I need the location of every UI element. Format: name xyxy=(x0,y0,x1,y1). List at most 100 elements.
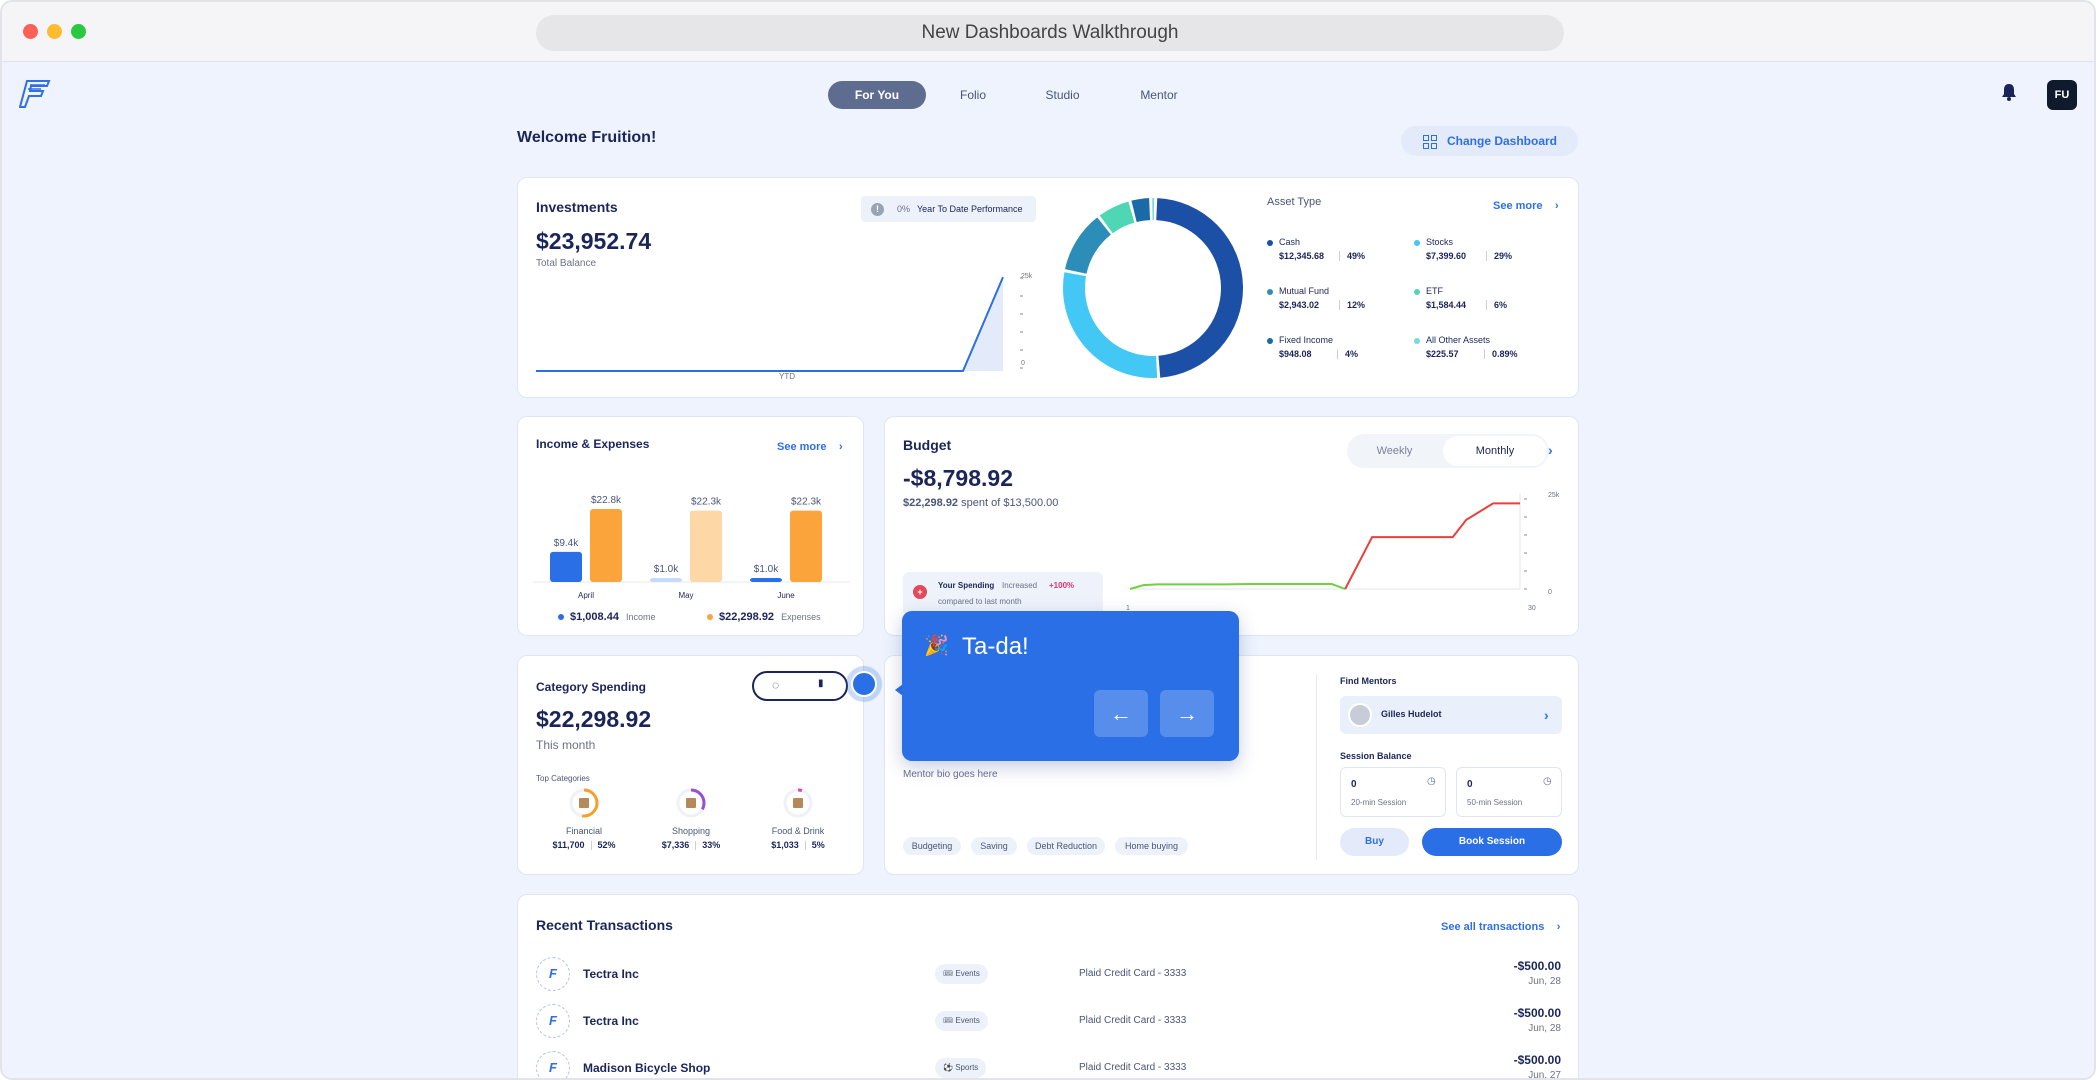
category-name: Financial xyxy=(565,826,603,836)
clock-icon: ◷ xyxy=(1427,776,1436,787)
income-total: $1,008.44 xyxy=(570,611,619,623)
session-50min: 0 50-min Session ◷ xyxy=(1456,767,1562,817)
tag-debt-reduction[interactable]: Debt Reduction xyxy=(1027,837,1105,855)
category-item[interactable]: Shopping $7,336 33% xyxy=(636,786,746,866)
walkthrough-tooltip: 🎉 Ta-da! ← → xyxy=(902,611,1239,761)
bar-income-may xyxy=(650,578,682,582)
investments-balance: $23,952.74 xyxy=(536,228,652,254)
session-label: 50-min Session xyxy=(1467,798,1523,807)
grid-icon xyxy=(1423,135,1437,149)
category-amount-row: $11,700 52% xyxy=(529,840,639,851)
legend-separator xyxy=(1339,300,1340,310)
change-dashboard-button[interactable]: Change Dashboard xyxy=(1401,126,1578,156)
tooltip-prev-button[interactable]: ← xyxy=(1094,690,1148,737)
category-period: This month xyxy=(536,738,596,752)
category-tag[interactable]: 🎟 Events xyxy=(935,1011,988,1031)
top-categories-label: Top Categories xyxy=(536,774,590,783)
asset-see-more-link[interactable]: See more › xyxy=(1493,196,1559,214)
category-amount: $7,336 xyxy=(661,840,690,850)
merchant-logo-icon: F xyxy=(536,1051,570,1078)
category-tag[interactable]: ⚽ Sports xyxy=(935,1058,987,1078)
budget-series-1 xyxy=(1344,502,1520,590)
close-window-icon[interactable] xyxy=(23,24,38,39)
legend-dot-icon xyxy=(1414,240,1420,246)
tooltip-next-button[interactable]: → xyxy=(1160,690,1214,737)
fruition-logo-icon[interactable] xyxy=(19,79,51,109)
mentor-row[interactable]: Gilles Hudelot › xyxy=(1340,696,1562,734)
asset-amount: $225.57 xyxy=(1426,349,1459,359)
asset-legend-item: All Other Assets $225.57 0.89% xyxy=(1414,335,1554,365)
bud-x-end: 30 xyxy=(1528,605,1536,612)
find-mentors-label: Find Mentors xyxy=(1340,676,1397,686)
income-legend: $1,008.44 Income xyxy=(558,611,656,623)
bar-label: $22.3k xyxy=(691,497,722,508)
category-pct: 52% xyxy=(597,840,616,850)
asset-name: ETF xyxy=(1426,286,1443,296)
tag-label: Events xyxy=(955,969,980,978)
expense-total: $22,298.92 xyxy=(719,611,775,623)
see-all-transactions-link[interactable]: See all transactions › xyxy=(1441,917,1560,935)
budget-spent-value: $22,298.92 xyxy=(903,497,959,509)
legend-separator xyxy=(1484,349,1485,359)
table-row[interactable]: F Tectra Inc 🎟 Events Plaid Credit Card - 3… xyxy=(518,1002,1580,1042)
see-all-label: See all transactions xyxy=(1441,921,1545,933)
bar-view-icon[interactable]: ▮ xyxy=(818,678,824,689)
legend-separator xyxy=(1339,251,1340,261)
walkthrough-beacon[interactable] xyxy=(846,666,882,702)
tag-saving[interactable]: Saving xyxy=(971,837,1017,855)
donut-view-icon[interactable]: ◌ xyxy=(772,678,779,692)
avatar[interactable]: FU xyxy=(2047,80,2077,110)
tab-mentor[interactable]: Mentor xyxy=(1131,81,1187,109)
monthly-tab[interactable]: Monthly xyxy=(1443,436,1547,466)
clock-icon: ◷ xyxy=(1543,776,1552,787)
transaction-date: Jun, 28 xyxy=(1528,976,1561,987)
tab-for-you[interactable]: For You xyxy=(828,81,926,109)
merchant-name: Madison Bicycle Shop xyxy=(583,1061,711,1075)
browser-window: New Dashboards Walkthrough For You Folio… xyxy=(0,0,2096,1080)
table-row[interactable]: F Madison Bicycle Shop ⚽ Sports Plaid Credi… xyxy=(518,1049,1580,1078)
box-icon xyxy=(686,798,696,808)
category-name: Shopping xyxy=(671,826,711,836)
address-bar[interactable]: New Dashboards Walkthrough xyxy=(536,15,1564,51)
bud-y-max: 25k xyxy=(1548,492,1560,499)
inv-y-min: 0 xyxy=(1021,360,1025,367)
tab-studio[interactable]: Studio xyxy=(1035,81,1090,109)
income-expenses-card: Income & Expenses See more › $9.4k $22.8k… xyxy=(517,416,864,636)
category-item[interactable]: Food & Drink $1,033 5% xyxy=(743,786,853,866)
box-icon xyxy=(579,798,589,808)
ytd-performance-badge: ! 0% Year To Date Performance xyxy=(861,196,1036,222)
transactions-card: Recent Transactions See all transactions… xyxy=(517,894,1580,1078)
investments-area xyxy=(536,277,1003,371)
asset-amount: $2,943.02 xyxy=(1279,300,1320,310)
donut-slice-mutual-fund xyxy=(1064,217,1112,275)
asset-pct: 0.89% xyxy=(1492,349,1518,359)
transaction-amount: -$500.00 xyxy=(1513,1006,1561,1020)
category-amount-row: $7,336 33% xyxy=(636,840,746,851)
change-dashboard-label: Change Dashboard xyxy=(1447,134,1558,148)
tooltip-text: Ta-da! xyxy=(962,633,1029,660)
maximize-window-icon[interactable] xyxy=(71,24,86,39)
bell-icon[interactable] xyxy=(2001,83,2017,101)
alert-sub: compared to last month xyxy=(938,597,1022,606)
table-row[interactable]: F Tectra Inc 🎟 Events Plaid Credit Card - 3… xyxy=(518,955,1580,995)
bar-category-label: May xyxy=(678,591,693,600)
spending-alert: + Your Spending Increased +100% compared… xyxy=(903,572,1103,616)
book-session-button[interactable]: Book Session xyxy=(1422,828,1562,856)
asset-pct: 12% xyxy=(1347,300,1366,310)
chevron-right-icon: › xyxy=(1554,200,1559,212)
budget-chevron-right-icon[interactable]: › xyxy=(1548,442,1553,458)
buy-button[interactable]: Buy xyxy=(1340,828,1409,856)
tab-folio[interactable]: Folio xyxy=(948,81,998,109)
investments-card: Investments $23,952.74 Total Balance ! 0… xyxy=(517,177,1579,398)
tag-home-buying[interactable]: Home buying xyxy=(1115,837,1188,855)
tag-budgeting[interactable]: Budgeting xyxy=(903,837,961,855)
minimize-window-icon[interactable] xyxy=(47,24,62,39)
weekly-tab[interactable]: Weekly xyxy=(1347,434,1442,468)
category-tag[interactable]: 🎟 Events xyxy=(935,964,988,984)
category-item[interactable]: Financial $11,700 52% xyxy=(529,786,639,866)
legend-separator xyxy=(1337,349,1338,359)
asset-name: Fixed Income xyxy=(1279,335,1334,345)
bar-income-april xyxy=(550,551,582,582)
arrow-left-icon: ← xyxy=(1110,701,1132,726)
tag-label: Events xyxy=(955,1016,980,1025)
